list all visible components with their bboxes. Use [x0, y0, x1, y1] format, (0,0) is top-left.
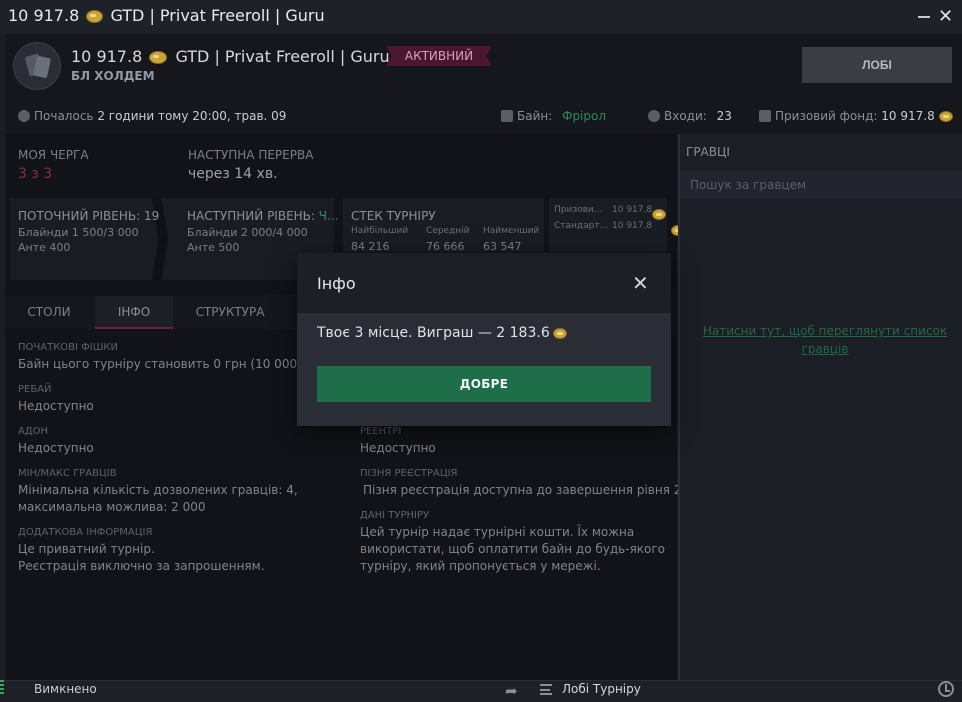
clock-icon	[18, 110, 30, 122]
addon-value: Недоступно	[18, 441, 94, 455]
coin-icon	[86, 10, 104, 23]
ok-button[interactable]: ДОБРЕ	[317, 366, 651, 402]
coin-icon	[938, 111, 953, 122]
starting-chips-label: ПОЧАТКОВІ ФІШКИ	[18, 342, 118, 353]
buyin-info: Байн: Фрірол	[501, 109, 606, 123]
stack-smallest-label: Найменший	[483, 226, 540, 236]
chips-stack-icon	[501, 110, 513, 122]
prize-row2-label: Стандарт...	[554, 221, 609, 231]
trophy-icon	[759, 110, 771, 122]
cards-logo-icon	[13, 42, 61, 90]
late-reg-value: Пізня реєстрація доступна до завершення …	[363, 483, 682, 497]
started-time: 20:00, трав. 09	[192, 109, 287, 123]
players-title: ГРАВЦІ	[686, 145, 730, 159]
window-title-name: GTD | Privat Freeroll | Guru	[110, 6, 325, 25]
extra-info-line2: Реєстрація виключно за запрошенням.	[18, 559, 265, 573]
prize-row1-value: 10 917.8	[612, 205, 653, 215]
prize-row1-label: Призови...	[554, 205, 603, 215]
game-type: БЛ ХОЛДЕМ	[71, 69, 155, 83]
next-level-ante: Анте 500	[187, 241, 240, 254]
started-info: Почалось 2 години тому 20:00, трав. 09	[18, 109, 286, 123]
connection-status: Вимкнено	[34, 682, 97, 696]
tab-tables[interactable]: СТОЛИ	[5, 296, 93, 329]
coin-icon	[552, 327, 567, 339]
status-badge: АКТИВНИЙ	[386, 46, 492, 66]
coin-icon	[149, 51, 168, 64]
current-level-title: ПОТОЧНИЙ РІВЕНЬ: 19	[18, 209, 160, 223]
tournament-data-line3: турніру, який пропонується у мережі.	[360, 559, 601, 573]
current-level-blinds: Блайнди 1 500/3 000	[18, 226, 139, 239]
extra-info-line1: Це приватний турнір.	[18, 542, 155, 556]
show-players-link[interactable]: Натисни тут, щоб переглянути список грав…	[700, 322, 950, 358]
connection-indicator	[0, 680, 4, 694]
prize-row2-value: 10 917.8	[612, 221, 653, 231]
user-icon	[648, 110, 660, 122]
minmax-line2: максимальна можлива: 2 000	[18, 500, 206, 514]
next-break-label: НАСТУПНА ПЕРЕРВА	[188, 148, 314, 162]
minmax-label: МІН/МАКС ГРАВЦІВ	[18, 468, 117, 479]
prize-fund-value: 10 917.8	[881, 109, 935, 123]
history-icon[interactable]	[938, 681, 954, 697]
minimize-button[interactable]	[918, 16, 930, 18]
next-level-blinds: Блайнди 2 000/4 000	[187, 226, 308, 239]
stack-largest-label: Найбільший	[351, 226, 409, 236]
coin-icon	[652, 209, 666, 220]
stack-average-value: 76 666	[426, 240, 465, 253]
stack-largest-value: 84 216	[351, 240, 390, 253]
prize-fund-info: Призовий фонд: 10 917.8	[759, 109, 953, 123]
buyin-value: Фрірол	[562, 109, 607, 123]
window-close-icon[interactable]: ✕	[938, 6, 953, 27]
lobby-button[interactable]: ЛОБІ	[802, 47, 952, 83]
late-reg-label: ПІЗНЯ РЕЄСТРАЦІЯ	[360, 468, 458, 479]
stack-average-label: Середній	[426, 226, 470, 236]
tab-info[interactable]: ІНФО	[95, 296, 173, 329]
bottom-status-bar	[0, 680, 962, 702]
modal-message: Твоє 3 місце. Виграш — 2 183.6	[317, 325, 567, 341]
rebuy-value: Недоступно	[18, 399, 94, 413]
stack-title: СТЕК ТУРНІРУ	[351, 209, 436, 223]
player-search-input[interactable]	[680, 171, 962, 199]
next-break-value: через 14 хв.	[188, 166, 278, 182]
window-title: 10 917.8 GTD | Privat Freeroll | Guru	[8, 6, 325, 25]
extra-info-label: ДОДАТКОВА ІНФОРМАЦІЯ	[18, 527, 153, 538]
tournament-data-label: ДАНІ ТУРНІРУ	[360, 510, 430, 521]
tournament-data-line2: використати, щоб оплатити байн до будь-я…	[360, 542, 666, 556]
addon-label: АДОН	[18, 426, 49, 437]
modal-title: Інфо	[317, 274, 356, 293]
rebuy-label: РЕБАЙ	[18, 384, 52, 395]
entries-value: 23	[716, 109, 732, 123]
queue-label: МОЯ ЧЕРГА	[18, 148, 89, 162]
minmax-line1: Мінімальна кількість дозволених гравців:…	[18, 483, 298, 497]
list-icon	[540, 684, 552, 695]
starting-chips-value: Байн цього турніру становить 0 грн (10 0…	[18, 357, 315, 371]
started-ago: 2 години тому	[97, 109, 189, 123]
window-title-amount: 10 917.8	[8, 6, 80, 25]
stack-smallest-value: 63 547	[483, 240, 522, 253]
tournament-data-line1: Цей турнір надає турнірні кошти. Їх можн…	[360, 525, 635, 539]
current-level-ante: Анте 400	[18, 241, 71, 254]
queue-value: 3 з 3	[18, 166, 53, 182]
tournament-info-strip: Почалось 2 години тому 20:00, трав. 09 Б…	[5, 98, 962, 134]
reentry-value: Недоступно	[360, 441, 436, 455]
share-arrow-icon[interactable]: ➦	[505, 682, 518, 700]
tournament-amount: 10 917.8	[71, 47, 143, 66]
tournament-lobby-link[interactable]: Лобі Турніру	[562, 682, 641, 696]
reentry-label: РЕЕНТРІ	[360, 426, 402, 437]
entries-info: Входи: 23	[648, 109, 732, 123]
next-level-title: НАСТУПНИЙ РІВЕНЬ: Ч...	[187, 209, 339, 223]
tab-structure[interactable]: СТРУКТУРА	[175, 296, 285, 329]
tournament-name: GTD | Privat Freeroll | Guru	[175, 47, 390, 66]
tournament-title: 10 917.8 GTD | Privat Freeroll | Guru	[71, 47, 390, 66]
close-icon[interactable]: ✕	[632, 271, 649, 295]
players-panel	[678, 134, 962, 680]
